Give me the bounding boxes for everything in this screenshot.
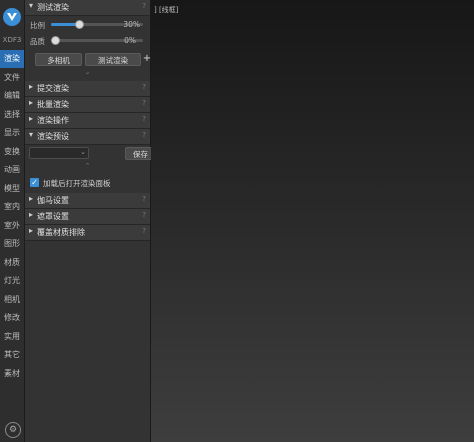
sidebar-item[interactable]: 动画 xyxy=(0,161,24,179)
sidebar-item[interactable]: 显示 xyxy=(0,124,24,142)
multi-camera-button[interactable]: 多相机 xyxy=(35,53,82,66)
sidebar-item[interactable]: 实用 xyxy=(0,328,24,346)
chevron-down-icon: ▾ xyxy=(29,130,34,139)
viewport[interactable]: ] [线框] xyxy=(151,0,474,442)
section-mask[interactable]: ▸ 遮罩设置 ? xyxy=(25,209,150,225)
sidebar-item[interactable]: 室外 xyxy=(0,217,24,235)
help-icon[interactable]: ? xyxy=(142,115,146,123)
sidebar-item[interactable]: 文件 xyxy=(0,69,24,87)
checkbox[interactable]: ✓ xyxy=(30,178,39,187)
sidebar: XDF3 渲染 文件 编辑 选择 显示 变换 动画 模型 室内 室外 图形 材质 灯光 相机 修改 实用 其它素… xyxy=(0,0,25,442)
sidebar-item[interactable]: 材质 xyxy=(0,254,24,272)
section-title: 批量渲染 xyxy=(37,100,69,109)
help-icon[interactable]: ? xyxy=(142,83,146,91)
logo-text: XDF3 xyxy=(2,36,22,44)
section-test-render[interactable]: ▾ 测试渲染 ? xyxy=(25,0,150,16)
section-render-ops[interactable]: ▸ 渲染操作 ? xyxy=(25,113,150,129)
sidebar-item[interactable]: 素材 xyxy=(0,365,24,383)
chevron-right-icon: ▸ xyxy=(29,98,34,107)
sidebar-item[interactable]: 其它 xyxy=(0,346,24,364)
chevron-right-icon: ▸ xyxy=(29,210,34,219)
chevron-down-icon: ▾ xyxy=(29,1,34,10)
section-title: 提交渲染 xyxy=(37,84,69,93)
sidebar-item[interactable]: 图形 xyxy=(0,235,24,253)
sidebar-item[interactable]: 选择 xyxy=(0,106,24,124)
sidebar-item[interactable]: 编辑 xyxy=(0,87,24,105)
chevron-right-icon: ▸ xyxy=(29,82,34,91)
section-title: 渲染操作 xyxy=(37,116,69,125)
sidebar-item[interactable]: 变换 xyxy=(0,143,24,161)
section-render-preset[interactable]: ▾ 渲染预设 ? xyxy=(25,129,150,145)
help-icon[interactable]: ? xyxy=(142,2,146,10)
viewport-label[interactable]: ] [线框] xyxy=(154,5,178,15)
help-icon[interactable]: ? xyxy=(142,211,146,219)
scale-value: 30% xyxy=(123,20,140,29)
sidebar-item[interactable]: 灯光 xyxy=(0,272,24,290)
chevron-right-icon: ▸ xyxy=(29,114,34,123)
sidebar-item[interactable]: 模型 xyxy=(0,180,24,198)
help-icon[interactable]: ? xyxy=(142,131,146,139)
checkbox-label: 加载后打开渲染面板 xyxy=(43,179,111,188)
help-icon[interactable]: ? xyxy=(142,99,146,107)
quality-slider-handle[interactable] xyxy=(51,36,60,45)
chevron-down-icon: ⌄ xyxy=(80,148,86,156)
sidebar-item[interactable]: 室内 xyxy=(0,198,24,216)
help-icon[interactable]: ? xyxy=(142,195,146,203)
section-title: 遮罩设置 xyxy=(37,212,69,221)
collapse-caret-icon[interactable]: ⌃ xyxy=(25,162,150,170)
chevron-right-icon: ▸ xyxy=(29,194,34,203)
collapse-caret-icon[interactable]: ⌄ xyxy=(25,68,150,76)
section-title: 覆盖材质排除 xyxy=(37,228,85,237)
section-batch-render[interactable]: ▸ 批量渲染 ? xyxy=(25,97,150,113)
chevron-right-icon: ▸ xyxy=(29,226,34,235)
gear-icon[interactable]: ⚙ xyxy=(5,422,21,438)
sidebar-item[interactable]: 相机 xyxy=(0,291,24,309)
quality-value: 0% xyxy=(124,36,136,45)
help-icon[interactable]: ? xyxy=(142,227,146,235)
sidebar-item[interactable]: 修改 xyxy=(0,309,24,327)
section-title: 测试渲染 xyxy=(37,3,69,12)
sidebar-item[interactable]: 渲染 xyxy=(0,50,24,68)
quality-label: 品质 xyxy=(30,37,45,46)
section-title: 伽马设置 xyxy=(37,196,69,205)
test-render-button[interactable]: 测试渲染 xyxy=(85,53,141,66)
section-title: 渲染预设 xyxy=(37,132,69,141)
render-panel: ▾ 测试渲染 ? 比例 30% 品质 0% 多相机 测试渲染 + ⌄ ▸ 提交渲… xyxy=(25,0,165,442)
section-gamma[interactable]: ▸ 伽马设置 ? xyxy=(25,193,150,209)
section-override-material[interactable]: ▸ 覆盖材质排除 ? xyxy=(25,225,150,241)
scale-slider-handle[interactable] xyxy=(75,20,84,29)
preset-select[interactable]: ⌄ xyxy=(29,147,89,159)
scale-label: 比例 xyxy=(30,21,45,30)
section-submit-render[interactable]: ▸ 提交渲染 ? xyxy=(25,81,150,97)
app-logo-icon[interactable] xyxy=(3,8,21,26)
